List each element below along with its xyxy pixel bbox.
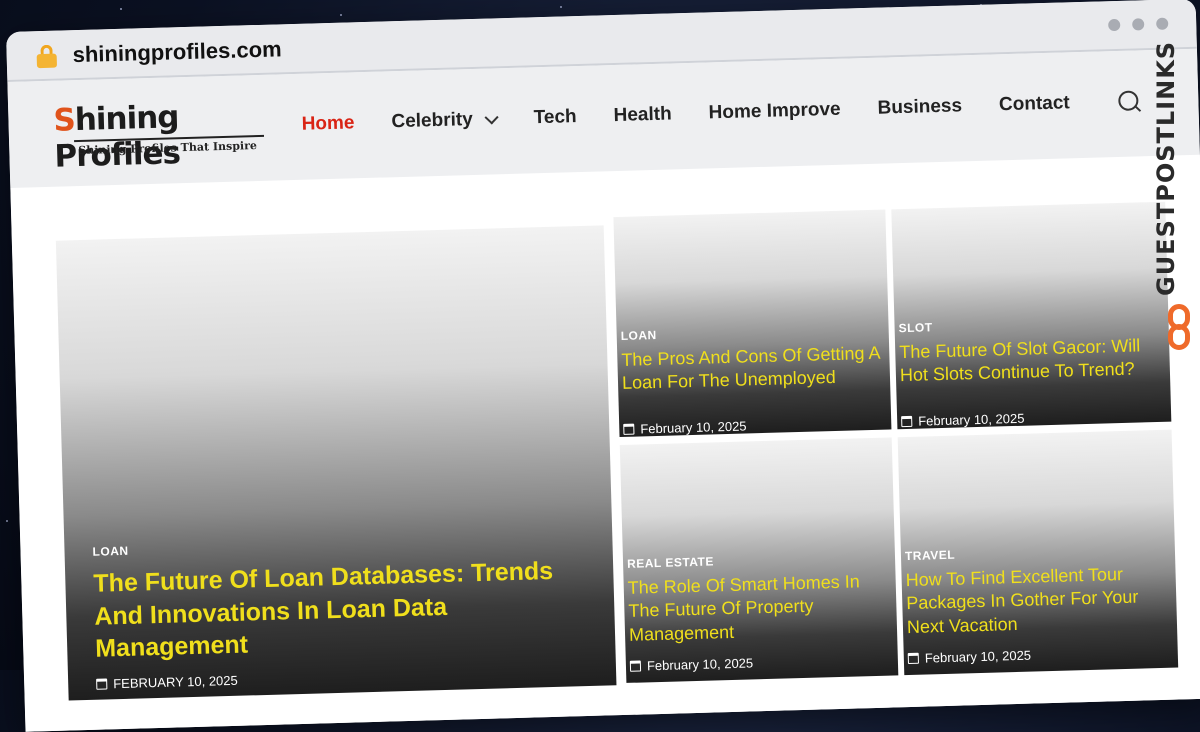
url-text[interactable]: shiningprofiles.com <box>72 36 282 68</box>
nav-business[interactable]: Business <box>877 95 962 119</box>
watermark-text: GUESTPOSTLINKS <box>1152 40 1180 296</box>
post-title[interactable]: The Future Of Slot Gacor: Will Hot Slots… <box>899 334 1162 388</box>
window-dot-icon[interactable] <box>1156 17 1169 30</box>
screenshot-stage: shiningprofiles.com Shining Profiles Shi… <box>0 0 1200 732</box>
nav-tech[interactable]: Tech <box>533 106 577 129</box>
post-title[interactable]: The Role Of Smart Homes In The Future Of… <box>627 570 889 647</box>
nav-home[interactable]: Home <box>301 112 354 135</box>
nav-health[interactable]: Health <box>613 103 672 127</box>
window-dot-icon[interactable] <box>1108 18 1121 32</box>
post-category[interactable]: SLOT <box>898 320 932 335</box>
lock-icon <box>36 44 58 69</box>
post-date-text: February 10, 2025 <box>640 418 747 437</box>
post-card[interactable]: TRAVEL How To Find Excellent Tour Packag… <box>897 429 1179 676</box>
watermark-badge: GUESTPOSTLINKS <box>1146 41 1200 356</box>
post-category[interactable]: REAL ESTATE <box>627 554 714 570</box>
browser-window: shiningprofiles.com Shining Profiles Shi… <box>6 0 1200 732</box>
logo-initial: S <box>52 102 76 139</box>
nav-celebrity-label: Celebrity <box>391 109 474 133</box>
nav-home-improve[interactable]: Home Improve <box>708 99 841 125</box>
main-nav: Home Celebrity Tech Health Home Improve … <box>301 92 1070 135</box>
calendar-icon <box>96 678 108 690</box>
site-logo[interactable]: Shining Profiles Shining Profiles That I… <box>52 97 265 175</box>
posts-grid: LOAN The Future Of Loan Databases: Trend… <box>10 154 1200 732</box>
post-title[interactable]: How To Find Excellent Tour Packages In G… <box>905 562 1169 639</box>
post-category[interactable]: TRAVEL <box>905 548 955 563</box>
window-controls <box>1108 17 1169 32</box>
post-date: FEBRUARY 10, 2025 <box>96 673 238 692</box>
search-icon[interactable] <box>1118 90 1139 111</box>
post-date: February 10, 2025 <box>901 411 1025 429</box>
post-date: February 10, 2025 <box>623 418 747 436</box>
post-card[interactable]: SLOT The Future Of Slot Gacor: Will Hot … <box>891 201 1172 430</box>
calendar-icon <box>901 415 913 428</box>
post-date-text: February 10, 2025 <box>918 410 1025 429</box>
post-title[interactable]: The Pros And Cons Of Getting A Loan For … <box>621 342 882 396</box>
nav-celebrity[interactable]: Celebrity <box>391 108 499 133</box>
post-card[interactable]: LOAN The Pros And Cons Of Getting A Loan… <box>613 209 892 438</box>
post-date: February 10, 2025 <box>907 647 1032 666</box>
calendar-icon <box>907 652 919 665</box>
featured-post[interactable]: LOAN The Future Of Loan Databases: Trend… <box>55 225 617 701</box>
post-category[interactable]: LOAN <box>621 328 657 343</box>
post-card[interactable]: REAL ESTATE The Role Of Smart Homes In T… <box>619 437 899 683</box>
calendar-icon <box>629 660 642 672</box>
post-title[interactable]: The Future Of Loan Databases: Trends And… <box>93 554 586 665</box>
window-dot-icon[interactable] <box>1132 18 1145 31</box>
post-date-text: February 10, 2025 <box>646 655 754 674</box>
post-date-text: February 10, 2025 <box>924 647 1032 666</box>
chevron-down-icon[interactable] <box>484 109 499 125</box>
post-date: February 10, 2025 <box>629 655 754 674</box>
calendar-icon <box>623 423 635 435</box>
nav-contact[interactable]: Contact <box>999 92 1070 116</box>
post-date-text: FEBRUARY 10, 2025 <box>113 672 238 692</box>
link-icon <box>1168 304 1190 352</box>
post-category[interactable]: LOAN <box>92 544 128 559</box>
